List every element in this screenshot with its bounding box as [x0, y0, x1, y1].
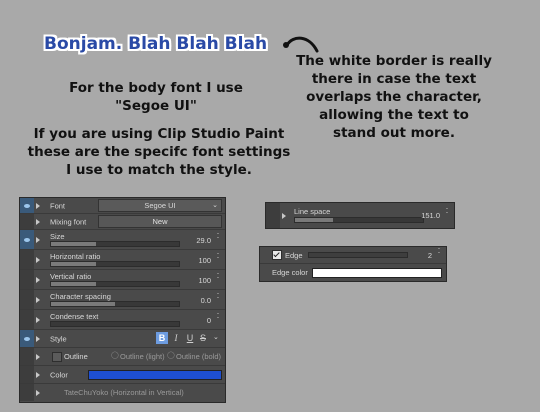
font-value: Segoe UI — [144, 201, 176, 210]
property-style[interactable]: Style B I U S ⌄ — [20, 330, 225, 348]
style-label: Style — [50, 334, 67, 343]
property-size[interactable]: Size 29.0 ˆˇ — [20, 230, 225, 250]
triangle-right-icon[interactable] — [36, 316, 40, 323]
property-color[interactable]: Color — [20, 366, 225, 384]
triangle-right-icon[interactable] — [36, 236, 40, 243]
chevron-down-icon: ⌄ — [212, 202, 218, 209]
vertical-ratio-slider[interactable] — [50, 281, 180, 287]
up-down-spinner-icon[interactable]: ˆˇ — [215, 234, 221, 244]
eye-icon[interactable] — [20, 330, 34, 347]
color-swatch[interactable] — [88, 370, 222, 380]
eye-icon[interactable] — [20, 250, 34, 269]
vertical-ratio-value[interactable]: 100 — [198, 276, 211, 285]
property-font[interactable]: Font Segoe UI ⌄ — [20, 198, 225, 214]
up-down-spinner-icon[interactable]: ˆˇ — [215, 294, 221, 304]
tatechuyoko-label[interactable]: TateChuYoko (Horizontal in Vertical) — [64, 388, 184, 397]
condense-text-value[interactable]: 0 — [207, 316, 211, 325]
property-edge[interactable]: Edge 2 ˆˇ — [260, 247, 446, 264]
triangle-right-icon[interactable] — [36, 202, 40, 209]
triangle-right-icon[interactable] — [36, 353, 40, 360]
color-label: Color — [50, 370, 68, 379]
strikethrough-button[interactable]: S — [197, 332, 209, 344]
up-down-spinner-icon[interactable]: ˆˇ — [215, 254, 221, 264]
line-space-panel: Line space 151.0 ˆˇ — [265, 202, 455, 229]
triangle-right-icon[interactable] — [36, 335, 40, 342]
outline-label: Outline — [64, 352, 88, 361]
horizontal-ratio-label: Horizontal ratio — [50, 252, 101, 261]
italic-button[interactable]: I — [170, 332, 182, 344]
property-condense-text[interactable]: Condense text 0 ˆˇ — [20, 310, 225, 330]
page-title: Bonjam. Blah Blah Blah — [44, 34, 268, 54]
eye-icon[interactable] — [20, 384, 34, 401]
condense-text-label: Condense text — [50, 312, 99, 321]
property-tatechuyoko[interactable]: TateChuYoko (Horizontal in Vertical) — [20, 384, 225, 401]
triangle-right-icon[interactable] — [36, 296, 40, 303]
mixing-font-label: Mixing font — [50, 217, 87, 226]
up-down-spinner-icon[interactable]: ˆˇ — [436, 249, 442, 259]
triangle-right-icon[interactable] — [36, 371, 40, 378]
triangle-right-icon[interactable] — [36, 389, 40, 396]
eye-icon[interactable] — [20, 348, 34, 365]
property-line-space[interactable]: Line space 151.0 ˆˇ — [266, 203, 454, 228]
line-space-label: Line space — [294, 207, 331, 216]
up-down-spinner-icon[interactable]: ˆˇ — [444, 209, 450, 219]
eye-icon[interactable] — [20, 290, 34, 309]
font-label: Font — [50, 201, 66, 210]
edge-panel: Edge 2 ˆˇ Edge color — [259, 246, 447, 282]
property-horizontal-ratio[interactable]: Horizontal ratio 100 ˆˇ — [20, 250, 225, 270]
underline-button[interactable]: U — [184, 332, 196, 344]
size-value[interactable]: 29.0 — [196, 236, 211, 245]
size-label: Size — [50, 232, 65, 241]
property-mixing-font[interactable]: Mixing font New — [20, 214, 225, 230]
eye-icon[interactable] — [266, 203, 280, 228]
line-space-slider[interactable] — [294, 217, 424, 223]
mixing-font-new-button[interactable]: New — [98, 215, 222, 228]
property-vertical-ratio[interactable]: Vertical ratio 100 ˆˇ — [20, 270, 225, 290]
triangle-right-icon[interactable] — [36, 218, 40, 225]
edge-value[interactable]: 2 — [428, 251, 432, 260]
edge-color-swatch[interactable] — [312, 268, 442, 278]
eye-icon[interactable] — [20, 230, 34, 249]
edge-checkbox[interactable] — [272, 250, 282, 260]
horizontal-ratio-slider[interactable] — [50, 261, 180, 267]
bold-button[interactable]: B — [156, 332, 168, 344]
property-outline[interactable]: Outline ◯ Outline (light) ◯ Outline (bol… — [20, 348, 225, 366]
outline-bold-icon[interactable]: ◯ — [167, 351, 175, 359]
chevron-down-icon[interactable]: ⌄ — [213, 333, 219, 341]
note-body-font: For the body font I use "Segoe UI" — [69, 80, 243, 114]
outline-light-icon[interactable]: ◯ — [111, 351, 119, 359]
eye-icon[interactable] — [20, 214, 34, 229]
character-spacing-label: Character spacing — [50, 292, 111, 301]
note-white-border: The white border is really there in case… — [296, 53, 492, 141]
note-clip-studio: If you are using Clip Studio Paint these… — [27, 126, 291, 178]
eye-icon[interactable] — [20, 366, 34, 383]
eye-icon[interactable] — [20, 310, 34, 329]
vertical-ratio-label: Vertical ratio — [50, 272, 92, 281]
up-down-spinner-icon[interactable]: ˆˇ — [215, 274, 221, 284]
up-down-spinner-icon[interactable]: ˆˇ — [215, 314, 221, 324]
outline-light-label[interactable]: Outline (light) — [120, 352, 165, 361]
font-dropdown[interactable]: Segoe UI ⌄ — [98, 199, 222, 212]
triangle-right-icon[interactable] — [282, 212, 286, 219]
horizontal-ratio-value[interactable]: 100 — [198, 256, 211, 265]
line-space-value[interactable]: 151.0 — [421, 211, 440, 220]
edge-slider[interactable] — [308, 252, 408, 258]
triangle-right-icon[interactable] — [36, 256, 40, 263]
text-properties-panel: Font Segoe UI ⌄ Mixing font New Size 29.… — [19, 197, 226, 403]
edge-label: Edge — [285, 251, 303, 260]
property-character-spacing[interactable]: Character spacing 0.0 ˆˇ — [20, 290, 225, 310]
outline-checkbox[interactable] — [52, 352, 62, 362]
eye-icon[interactable] — [20, 270, 34, 289]
eye-icon[interactable] — [20, 198, 34, 213]
outline-bold-label[interactable]: Outline (bold) — [176, 352, 221, 361]
property-edge-color[interactable]: Edge color — [260, 264, 446, 280]
character-spacing-value[interactable]: 0.0 — [201, 296, 211, 305]
character-spacing-slider[interactable] — [50, 301, 180, 307]
condense-text-slider[interactable] — [50, 321, 180, 327]
triangle-right-icon[interactable] — [36, 276, 40, 283]
size-slider[interactable] — [50, 241, 180, 247]
edge-color-label: Edge color — [272, 268, 308, 277]
